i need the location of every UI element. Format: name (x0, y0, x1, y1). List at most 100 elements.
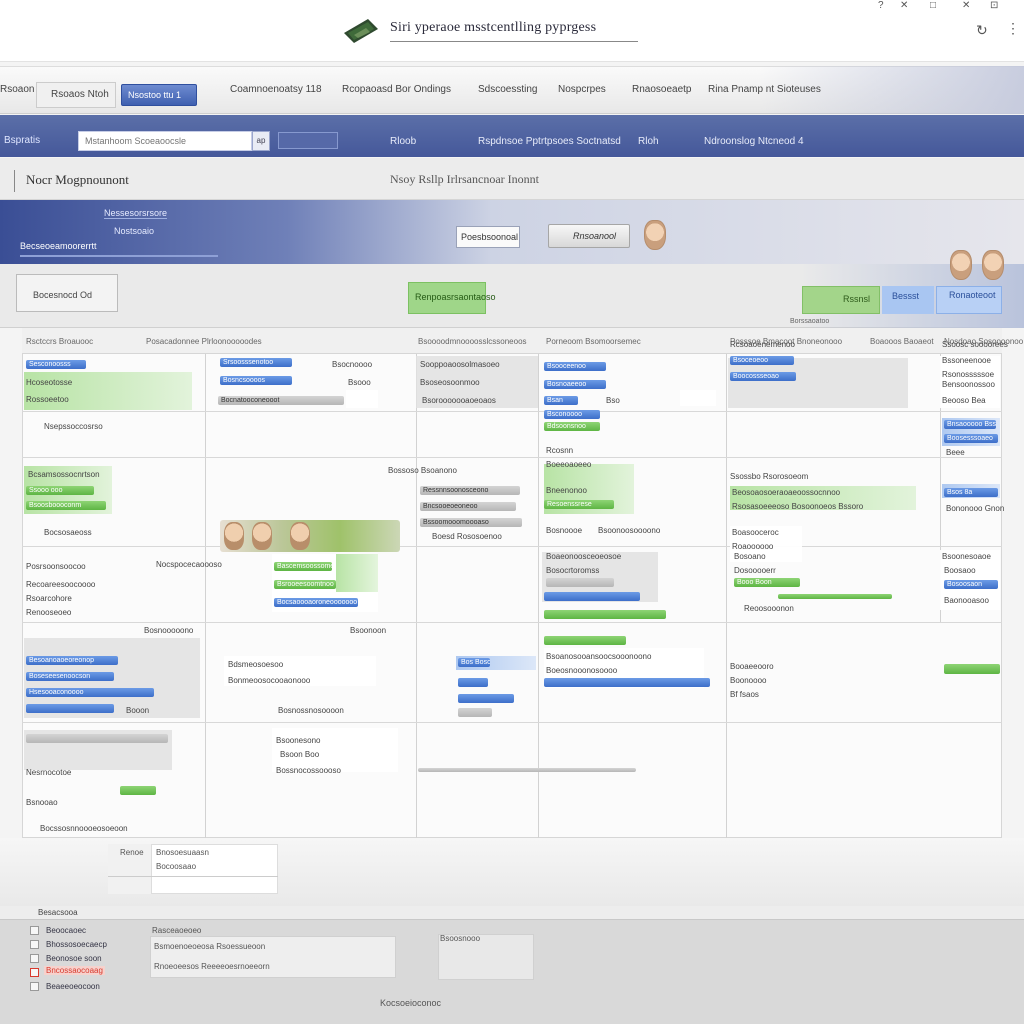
event-pill[interactable] (458, 694, 514, 703)
column-header[interactable]: Rsctccrs Broauooc (26, 337, 93, 346)
close-icon[interactable]: ✕ (962, 0, 970, 11)
event-label[interactable]: Beosoaosoeraoaeoossocnnoo (732, 488, 840, 497)
tab-item[interactable]: Sdscoessting (478, 84, 537, 95)
event-label[interactable]: Bsoonoosoooono (598, 526, 660, 535)
nav-link[interactable]: Ndroonslog Ntcneod 4 (704, 136, 804, 147)
avatar[interactable] (290, 522, 310, 550)
event-pill[interactable]: Resoenssrese (544, 500, 614, 509)
event-label[interactable]: Rsoarcohore (26, 594, 72, 603)
event-label[interactable]: Bsoonesoaoe (942, 552, 991, 561)
event-pill[interactable]: Bncsooeoeoneoo (420, 502, 516, 511)
banner-button[interactable]: Poesbsoonoal (456, 226, 520, 248)
create-button[interactable]: Renpoasrsaontaoso (408, 282, 496, 314)
avatar[interactable] (950, 250, 972, 280)
event-pill[interactable]: Bssoomooomoooaso (420, 518, 522, 527)
event-label[interactable]: Boeosnooonosoooo (546, 666, 617, 675)
help-icon[interactable]: ? (878, 0, 884, 11)
event-label[interactable]: Posrsoonsoocoo (26, 562, 86, 571)
nav-filter-button[interactable] (278, 132, 338, 149)
event-pill[interactable]: Bosoosaon (944, 580, 998, 589)
tab-item[interactable]: Coamnoenoatsy 118 (230, 84, 322, 95)
event-label[interactable]: Bsoonesono (276, 736, 320, 745)
event-label[interactable]: Bensoonossoo (942, 380, 995, 389)
close-icon[interactable]: ✕ (900, 0, 908, 11)
status-button[interactable]: Rssnsl (802, 286, 880, 314)
event-label[interactable]: Bsooo (348, 378, 371, 387)
filter-box[interactable]: Bocesnocd Od (16, 274, 118, 312)
event-pill[interactable] (458, 708, 492, 717)
nav-label[interactable]: Bspratis (4, 135, 40, 146)
bottom-row[interactable]: Beonosoe soon (46, 954, 102, 963)
event-label[interactable]: Bcsamsossocnrtson (28, 470, 100, 479)
event-pill[interactable] (418, 768, 636, 772)
event-pill[interactable] (458, 678, 488, 687)
nav-link[interactable]: Rspdnsoe Pptrtpsoes Soctnatsd (478, 136, 621, 147)
event-label[interactable]: Rossoeetoo (26, 395, 69, 404)
event-label[interactable]: Rcosnn (546, 446, 573, 455)
tab-home[interactable]: Rsoaon (0, 84, 34, 95)
event-label[interactable]: Bsnooao (26, 798, 58, 807)
event-pill[interactable]: Bsoosboooconm (26, 501, 106, 510)
event-pill[interactable]: Bsconoooo (544, 410, 600, 419)
event-pill[interactable]: Bsooceenoo (544, 362, 606, 371)
event-label[interactable]: Hcoseotosse (26, 378, 72, 387)
event-label[interactable]: Renooseoeo (26, 608, 71, 617)
event-pill[interactable]: Srsoosssenotoo (220, 358, 292, 367)
event-pill[interactable]: Bosnoaeeoo (544, 380, 606, 389)
avatar[interactable] (982, 250, 1004, 280)
event-label[interactable]: Ssoosc soooorees (942, 340, 1008, 349)
event-pill[interactable]: Boosesssoaeo (944, 434, 998, 443)
event-label[interactable]: Boonoooo (730, 676, 766, 685)
event-pill[interactable] (544, 592, 640, 601)
maximize-icon[interactable]: □ (930, 0, 936, 11)
event-label[interactable]: Bf fsaos (730, 690, 759, 699)
event-label[interactable]: Bsoon Boo (280, 750, 319, 759)
event-label[interactable]: Bsoonoon (350, 626, 386, 635)
event-label[interactable]: Beooso Bea (942, 396, 986, 405)
event-pill[interactable] (544, 610, 666, 619)
event-label[interactable]: Bsocnoooo (332, 360, 372, 369)
event-pill[interactable] (544, 678, 710, 687)
event-label[interactable]: Boesd Rososoenoo (432, 532, 502, 541)
bottom-row-alert[interactable]: Bncossaocoaag (44, 966, 105, 975)
view-button[interactable]: Bessst (882, 286, 934, 314)
event-pill[interactable] (120, 786, 156, 795)
event-label[interactable]: Rsosasoeeeoso Bosoonoeos Bssoro (732, 502, 863, 511)
tab-item[interactable]: Rcopaoasd Bor Ondings (342, 84, 451, 95)
event-label[interactable]: Reoosooonon (744, 604, 794, 613)
column-header[interactable]: Porneoom Bsomoorsemec (546, 337, 641, 346)
event-pill[interactable]: Bsos 8a (944, 488, 998, 497)
avatar[interactable] (252, 522, 272, 550)
event-label[interactable]: Rcsoaoenemenoo (730, 340, 795, 349)
event-pill[interactable]: Booo Boon (734, 578, 800, 587)
event-label[interactable]: Nesrnocotoe (26, 768, 71, 777)
column-header[interactable]: Boaooos Baoaeot (870, 337, 934, 346)
photo-strip[interactable] (220, 520, 400, 552)
nav-link[interactable]: Rloob (390, 136, 416, 147)
event-pill[interactable]: Bsoceoeoo (730, 356, 794, 365)
event-pill[interactable]: Sesconoosss (26, 360, 86, 369)
tab-active[interactable]: Nsostoo ttu 1 (121, 84, 197, 106)
avatar[interactable] (224, 522, 244, 550)
event-pill[interactable] (544, 636, 626, 645)
refresh-icon[interactable]: ↻ (976, 22, 998, 38)
event-label[interactable]: Bosnooooono (144, 626, 193, 635)
restore-icon[interactable]: ⊡ (990, 0, 998, 11)
event-label[interactable]: Beee (946, 448, 965, 457)
event-label[interactable]: Bsoseosoonmoo (420, 378, 480, 387)
event-label[interactable]: Ssossbo Rsorosoeom (730, 472, 808, 481)
event-pill[interactable]: Ssooo ooo (26, 486, 94, 495)
event-pill[interactable]: Bdsoonsnoo (544, 422, 600, 431)
event-pill[interactable]: Bocnatooconeooot (218, 396, 344, 405)
event-label[interactable]: Bossnocossoooso (276, 766, 341, 775)
event-label[interactable]: Bossoso Bsoanono (388, 466, 457, 475)
event-label[interactable]: Bosnoooe (546, 526, 582, 535)
event-pill[interactable]: Boseseesenoocson (26, 672, 114, 681)
avatar[interactable] (644, 220, 666, 250)
event-label[interactable]: Booaeeooro (730, 662, 774, 671)
event-label[interactable]: Nocspocecaoooso (156, 560, 222, 569)
event-pill[interactable]: Bos Boson (458, 658, 490, 667)
event-label[interactable]: Bosoano (734, 552, 766, 561)
bottom-row[interactable]: Beoocaoec (46, 926, 86, 935)
event-pill[interactable]: Bocsaoooaoroneooooooo (274, 598, 358, 607)
